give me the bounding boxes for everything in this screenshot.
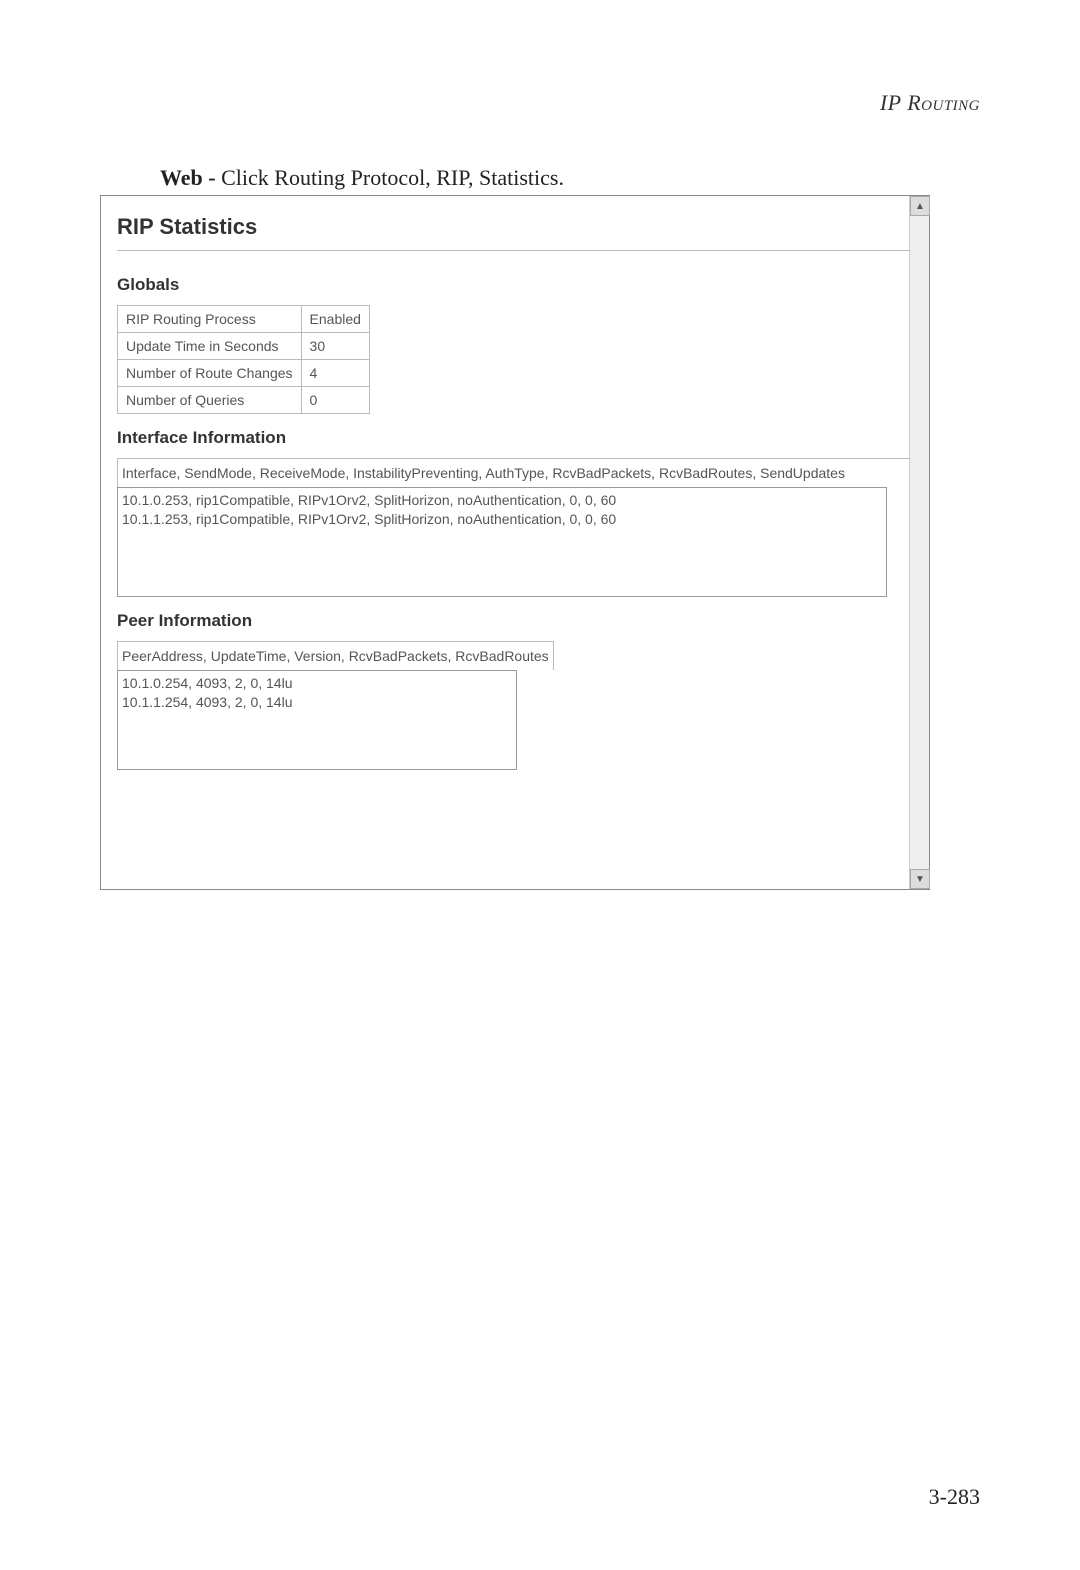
table-row: Number of Route Changes 4 bbox=[118, 360, 370, 387]
interface-listbox[interactable]: 10.1.0.253, rip1Compatible, RIPv1Orv2, S… bbox=[117, 487, 887, 597]
chevron-down-icon: ▼ bbox=[915, 874, 925, 885]
interface-columns: Interface, SendMode, ReceiveMode, Instab… bbox=[117, 458, 913, 487]
panel-title: RIP Statistics bbox=[117, 214, 913, 240]
page-header: IP Routing bbox=[880, 90, 980, 116]
globals-label: Number of Route Changes bbox=[118, 360, 302, 387]
screenshot-panel: RIP Statistics Globals RIP Routing Proce… bbox=[100, 195, 930, 890]
globals-label: Number of Queries bbox=[118, 387, 302, 414]
list-item[interactable]: 10.1.1.253, rip1Compatible, RIPv1Orv2, S… bbox=[122, 510, 882, 529]
globals-value: 30 bbox=[301, 333, 369, 360]
chevron-up-icon: ▲ bbox=[915, 201, 925, 212]
instruction-bold: Web - bbox=[160, 165, 221, 190]
scroll-down-button[interactable]: ▼ bbox=[910, 869, 930, 889]
table-row: Number of Queries 0 bbox=[118, 387, 370, 414]
scrollbar[interactable]: ▲ ▼ bbox=[909, 196, 929, 889]
globals-heading: Globals bbox=[117, 275, 913, 295]
peer-columns: PeerAddress, UpdateTime, Version, RcvBad… bbox=[117, 641, 554, 670]
scroll-up-button[interactable]: ▲ bbox=[910, 196, 930, 216]
list-item[interactable]: 10.1.0.253, rip1Compatible, RIPv1Orv2, S… bbox=[122, 491, 882, 510]
page-number: 3-283 bbox=[929, 1484, 980, 1510]
globals-value: 0 bbox=[301, 387, 369, 414]
globals-value: Enabled bbox=[301, 306, 369, 333]
divider bbox=[117, 250, 913, 251]
panel-content: RIP Statistics Globals RIP Routing Proce… bbox=[101, 196, 929, 889]
interface-heading: Interface Information bbox=[117, 428, 913, 448]
globals-table: RIP Routing Process Enabled Update Time … bbox=[117, 305, 370, 414]
list-item[interactable]: 10.1.0.254, 4093, 2, 0, 14lu bbox=[122, 674, 512, 693]
peer-heading: Peer Information bbox=[117, 611, 913, 631]
list-item[interactable]: 10.1.1.254, 4093, 2, 0, 14lu bbox=[122, 693, 512, 712]
instruction-text: Click Routing Protocol, RIP, Statistics. bbox=[221, 165, 564, 190]
globals-value: 4 bbox=[301, 360, 369, 387]
globals-label: Update Time in Seconds bbox=[118, 333, 302, 360]
instruction-line: Web - Click Routing Protocol, RIP, Stati… bbox=[160, 165, 564, 191]
table-row: RIP Routing Process Enabled bbox=[118, 306, 370, 333]
table-row: Update Time in Seconds 30 bbox=[118, 333, 370, 360]
peer-listbox[interactable]: 10.1.0.254, 4093, 2, 0, 14lu 10.1.1.254,… bbox=[117, 670, 517, 770]
globals-label: RIP Routing Process bbox=[118, 306, 302, 333]
